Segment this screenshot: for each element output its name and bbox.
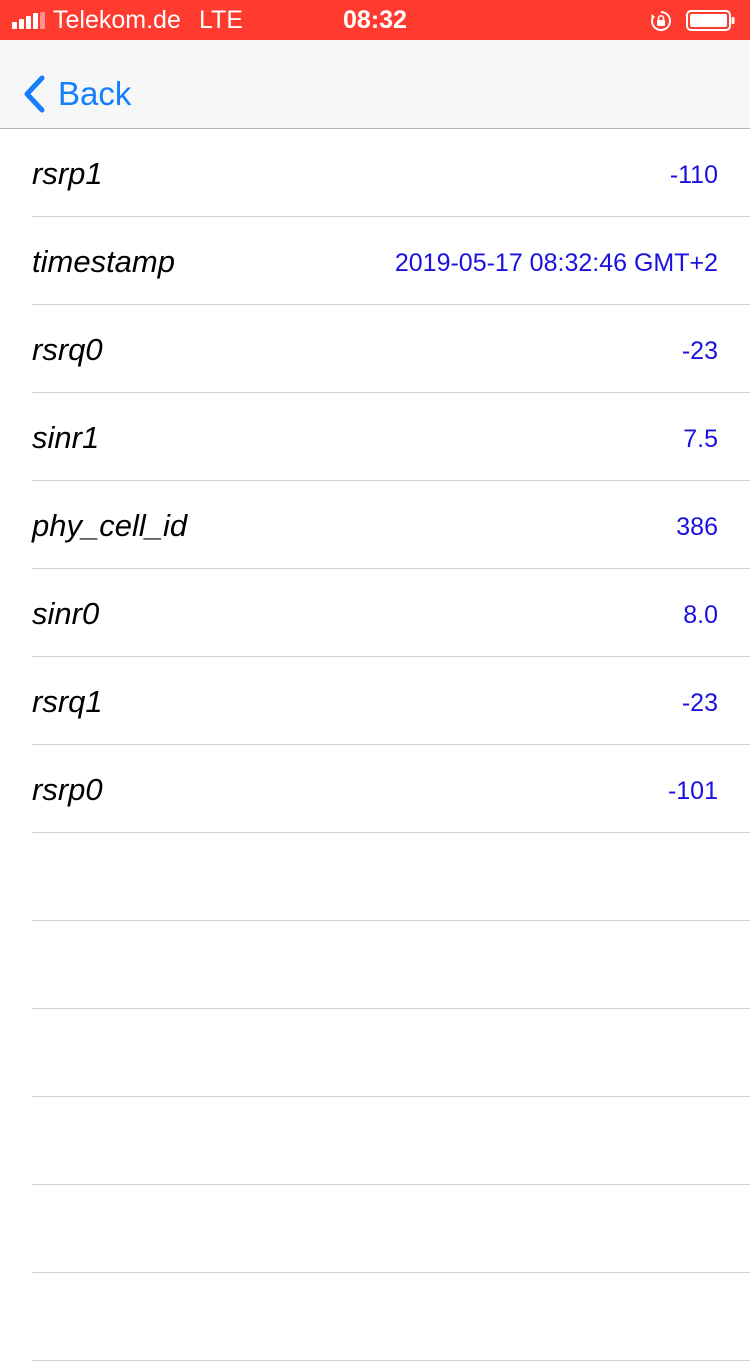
- row-value: 7.5: [683, 425, 718, 453]
- back-label: Back: [58, 75, 132, 112]
- row-key: sinr1: [32, 420, 100, 455]
- row-key: phy_cell_id: [32, 508, 188, 543]
- row-key: rsrq1: [32, 684, 103, 719]
- row-value: -110: [669, 161, 718, 189]
- orientation-lock-icon: [651, 11, 671, 31]
- empty-list-item: [32, 1273, 750, 1361]
- row-key: timestamp: [32, 244, 175, 279]
- row-key: sinr0: [32, 596, 100, 631]
- empty-list-item: [32, 1185, 750, 1273]
- row-value: 2019-05-17 08:32:46 GMT+2: [394, 249, 718, 277]
- row-value: -101: [667, 777, 718, 805]
- list-item[interactable]: sinr1 7.5: [32, 393, 750, 481]
- empty-list-item: [32, 833, 750, 921]
- list-item[interactable]: rsrp0 -101: [32, 745, 750, 833]
- back-button[interactable]: Back: [20, 74, 131, 114]
- battery-icon: [686, 10, 735, 31]
- list-item[interactable]: rsrq1 -23: [32, 657, 750, 745]
- row-value: -23: [681, 689, 718, 717]
- detail-list: rsrp1 -110 timestamp 2019-05-17 08:32:46…: [0, 129, 750, 1361]
- row-value: -23: [681, 337, 718, 365]
- list-item[interactable]: timestamp 2019-05-17 08:32:46 GMT+2: [32, 217, 750, 305]
- empty-list-item: [32, 921, 750, 1009]
- status-bar: Telekom.de LTE 08:32: [0, 0, 750, 40]
- list-item[interactable]: phy_cell_id 386: [32, 481, 750, 569]
- row-key: rsrp0: [32, 772, 103, 807]
- list-item[interactable]: rsrq0 -23: [32, 305, 750, 393]
- navigation-bar: Back: [0, 40, 750, 129]
- empty-list-item: [32, 1097, 750, 1185]
- chevron-left-icon: [24, 75, 45, 113]
- row-value: 8.0: [683, 601, 718, 629]
- row-value: 386: [676, 513, 718, 541]
- status-time: 08:32: [343, 6, 407, 34]
- empty-list-item: [32, 1009, 750, 1097]
- row-key: rsrp1: [32, 156, 103, 191]
- list-item[interactable]: rsrp1 -110: [32, 129, 750, 217]
- row-key: rsrq0: [32, 332, 103, 367]
- list-item[interactable]: sinr0 8.0: [32, 569, 750, 657]
